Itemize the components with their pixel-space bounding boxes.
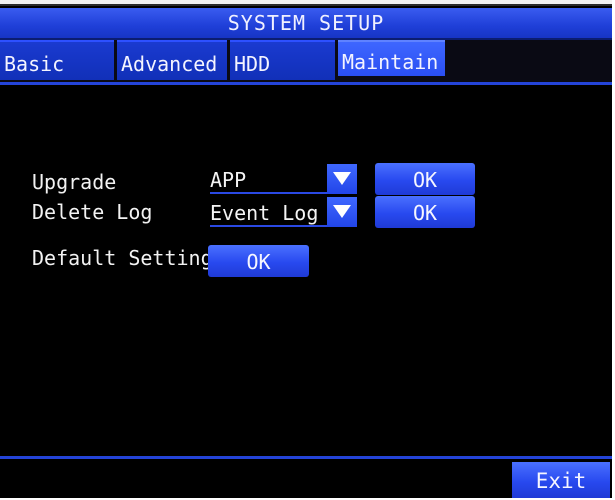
default-setting-ok-button[interactable]: OK bbox=[208, 245, 309, 277]
upgrade-select[interactable]: APP bbox=[210, 164, 357, 194]
exit-button[interactable]: Exit bbox=[512, 462, 610, 498]
delete-log-select[interactable]: Event Log bbox=[210, 197, 357, 227]
page-title: SYSTEM SETUP bbox=[0, 8, 612, 40]
chevron-down-icon[interactable] bbox=[327, 197, 357, 227]
footer-divider bbox=[0, 456, 612, 459]
upgrade-select-value: APP bbox=[210, 168, 247, 192]
upgrade-label: Upgrade bbox=[32, 170, 117, 194]
system-setup-screen: SYSTEM SETUP Basic Advanced HDD Maintain… bbox=[0, 0, 615, 498]
tab-divider bbox=[0, 82, 612, 85]
top-border-shadow bbox=[0, 4, 615, 6]
tab-advanced[interactable]: Advanced bbox=[117, 40, 227, 80]
tab-hdd[interactable]: HDD bbox=[230, 40, 335, 80]
chevron-down-icon[interactable] bbox=[327, 164, 357, 194]
upgrade-ok-button[interactable]: OK bbox=[375, 163, 475, 195]
default-setting-label: Default Setting bbox=[32, 246, 213, 270]
tab-maintain[interactable]: Maintain bbox=[338, 40, 445, 76]
tab-basic[interactable]: Basic bbox=[0, 40, 114, 80]
delete-log-label: Delete Log bbox=[32, 200, 153, 224]
delete-log-select-value: Event Log bbox=[210, 201, 319, 225]
tab-bar: Basic Advanced HDD Maintain bbox=[0, 40, 612, 82]
delete-log-ok-button[interactable]: OK bbox=[375, 196, 475, 228]
